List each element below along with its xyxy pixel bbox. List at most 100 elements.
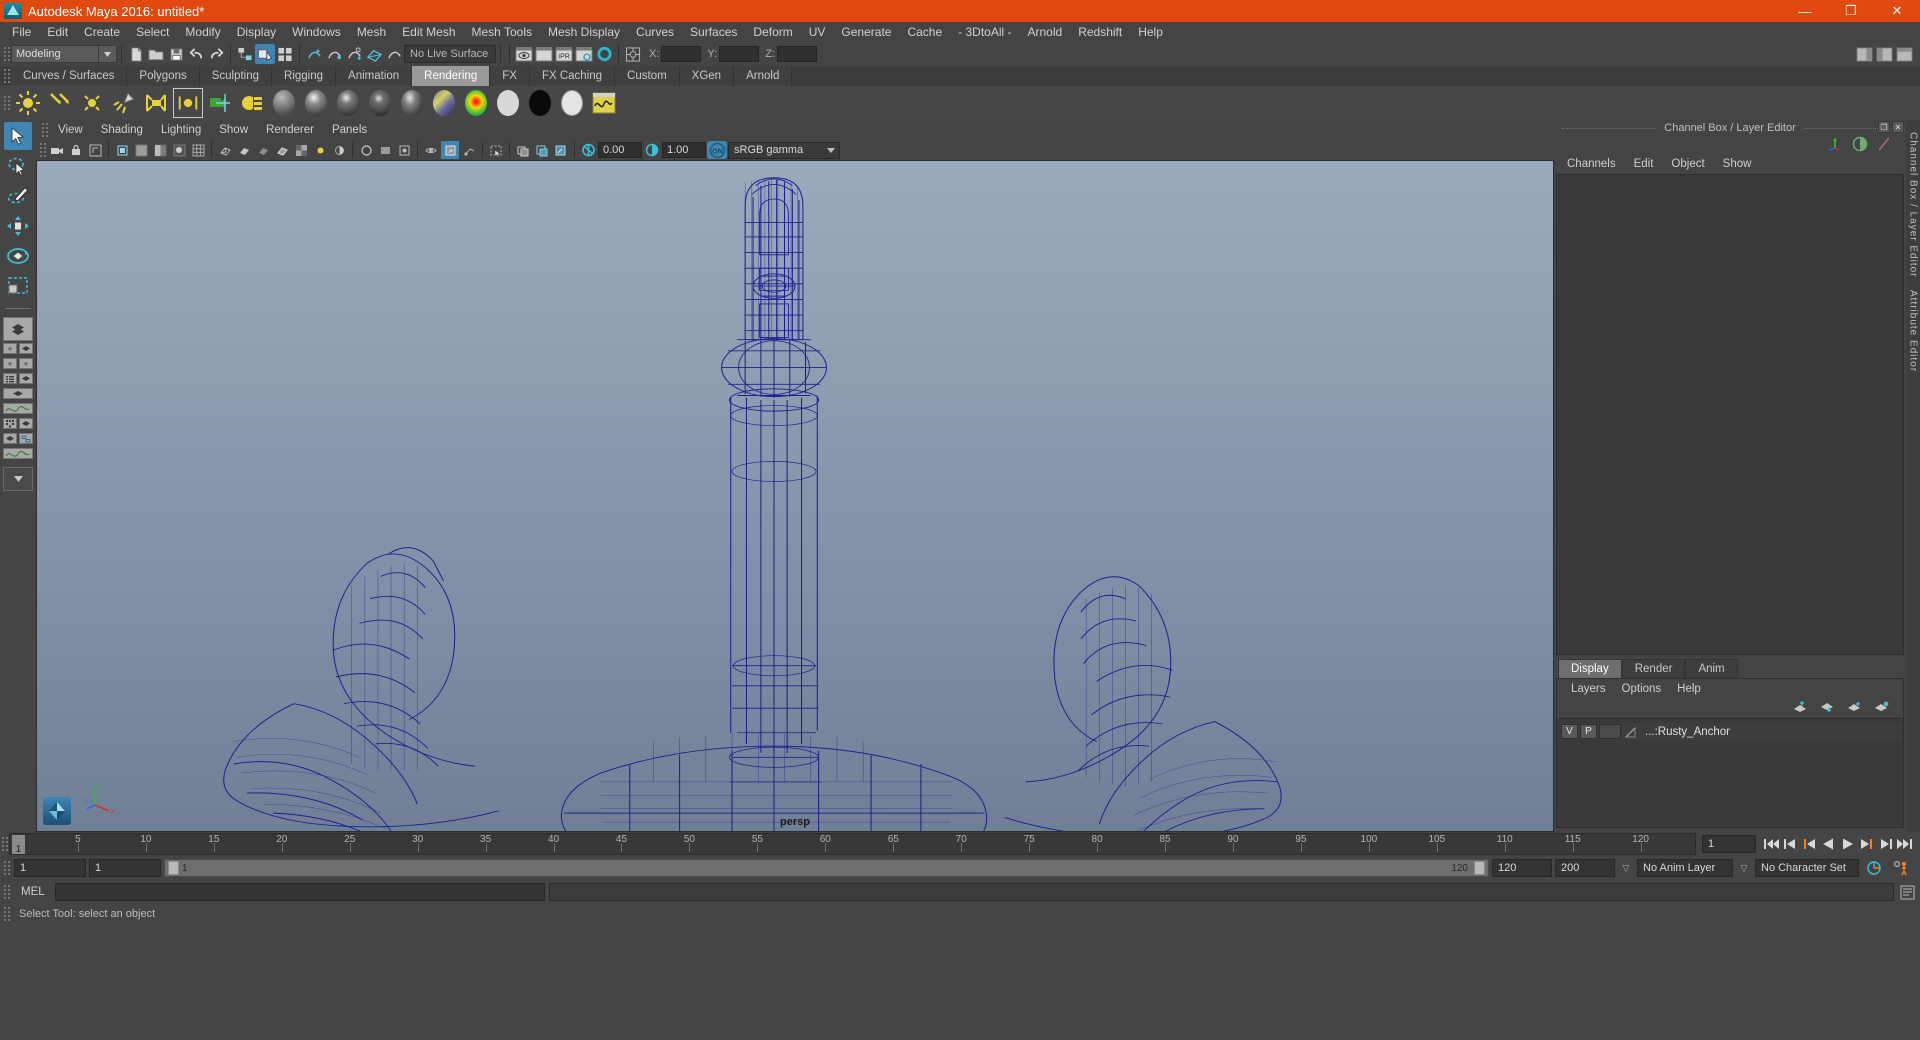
layer-name-label[interactable]: ...:Rusty_Anchor: [1645, 726, 1730, 738]
xray-icon[interactable]: [441, 141, 459, 159]
select-camera-icon[interactable]: [48, 141, 66, 159]
panel-close-icon[interactable]: ✕: [1892, 121, 1904, 133]
coord-z-field[interactable]: [776, 46, 817, 62]
viewport-grab-image-icon[interactable]: [552, 141, 570, 159]
viewport-menu-shading[interactable]: Shading: [92, 120, 152, 140]
minimize-button[interactable]: —: [1782, 0, 1828, 22]
layer-row[interactable]: V P ...:Rusty_Anchor: [1559, 723, 1901, 740]
statusline-grip[interactable]: [2, 44, 11, 64]
show-manipulator-icon[interactable]: [623, 44, 643, 64]
range-slider-grip[interactable]: [2, 858, 11, 878]
viewport-grip[interactable]: [40, 120, 49, 140]
layout-graph-editor-button[interactable]: [3, 403, 33, 414]
multisample-icon[interactable]: [395, 141, 413, 159]
shelf-tab-rigging[interactable]: Rigging: [272, 66, 337, 86]
gamma-icon[interactable]: [643, 141, 661, 159]
shading-map-icon[interactable]: [557, 88, 587, 118]
shelf-tab-animation[interactable]: Animation: [336, 66, 413, 86]
viewport-toolbar-grip[interactable]: [38, 140, 47, 160]
current-time-indicator[interactable]: 1: [12, 835, 25, 854]
lasso-select-tool-button[interactable]: [4, 152, 32, 180]
step-forward-keyframe-icon[interactable]: [1876, 835, 1895, 853]
select-tool-button[interactable]: [4, 122, 32, 150]
xray-active-components-icon[interactable]: [487, 141, 505, 159]
play-backwards-icon[interactable]: [1819, 835, 1838, 853]
anim-layer-dropdown-arrow-icon[interactable]: ▽: [1618, 859, 1634, 877]
maximize-button[interactable]: ❐: [1828, 0, 1874, 22]
color-management-toggle-icon[interactable]: ON: [707, 141, 727, 159]
live-surface-field[interactable]: No Live Surface: [404, 45, 496, 63]
command-input-field[interactable]: [54, 883, 545, 901]
script-editor-icon[interactable]: [1898, 883, 1916, 901]
attribute-editor-icon[interactable]: [1852, 136, 1868, 155]
exposure-icon[interactable]: [579, 141, 597, 159]
render-view-icon[interactable]: [514, 44, 534, 64]
viewport-menu-renderer[interactable]: Renderer: [257, 120, 323, 140]
layout-persp-single2-button[interactable]: [3, 433, 17, 444]
rotate-tool-button[interactable]: [4, 242, 32, 270]
shelf-tab-arnold[interactable]: Arnold: [734, 66, 793, 86]
lock-camera-icon[interactable]: [67, 141, 85, 159]
coord-y-field[interactable]: [719, 46, 760, 62]
shelf-tab-rendering[interactable]: Rendering: [412, 66, 491, 86]
layout-persp-alt-button[interactable]: [19, 418, 33, 429]
blinn-material-icon[interactable]: [301, 88, 331, 118]
smooth-shade-selected-icon[interactable]: [254, 141, 272, 159]
bookmark-icon[interactable]: [113, 141, 131, 159]
lambert-material-icon[interactable]: [269, 88, 299, 118]
wireframe-on-shaded-icon[interactable]: [273, 141, 291, 159]
layer-color-icon[interactable]: [1623, 724, 1639, 739]
point-light-icon[interactable]: [77, 88, 107, 118]
grid-icon[interactable]: [189, 141, 207, 159]
menu-cache[interactable]: Cache: [899, 22, 950, 42]
xray-joints-icon[interactable]: [460, 141, 478, 159]
channel-box-menu-channels[interactable]: Channels: [1558, 154, 1625, 174]
layout-persp-wide-button[interactable]: [3, 388, 33, 399]
shadow-map-icon[interactable]: [330, 141, 348, 159]
animation-end-field[interactable]: 200: [1555, 859, 1615, 877]
move-tool-button[interactable]: [4, 212, 32, 240]
ambient-occlusion-icon[interactable]: [357, 141, 375, 159]
menuset-mode-arrow-icon[interactable]: [99, 45, 117, 63]
ipr-render-icon[interactable]: IPR: [554, 44, 574, 64]
layout-four-view-button[interactable]: +: [3, 343, 17, 354]
shelf-icons-grip[interactable]: [2, 93, 11, 113]
more-layouts-dropdown-button[interactable]: [3, 467, 33, 491]
menu-modify[interactable]: Modify: [177, 22, 228, 42]
volume-light-icon[interactable]: [173, 88, 203, 118]
surface-shader-icon[interactable]: [493, 88, 523, 118]
channel-box-menu-object[interactable]: Object: [1662, 154, 1713, 174]
new-scene-icon[interactable]: [126, 44, 146, 64]
viewport-menu-panels[interactable]: Panels: [323, 120, 376, 140]
viewport-canvas[interactable]: persp y x z: [36, 160, 1554, 832]
ambient-light-icon[interactable]: [13, 88, 43, 118]
shelf-tab-fx[interactable]: FX: [490, 66, 530, 86]
select-by-hierarchy-icon[interactable]: [235, 44, 255, 64]
side-tab-attribute-editor[interactable]: Attribute Editor: [1908, 284, 1919, 378]
ramp-shader-icon[interactable]: [461, 88, 491, 118]
directional-light-icon[interactable]: [45, 88, 75, 118]
layout-hypergraph-button[interactable]: [3, 418, 17, 429]
shelf-tab-curves-surfaces[interactable]: Curves / Surfaces: [11, 66, 128, 86]
range-end-handle[interactable]: [1474, 861, 1485, 875]
layout-graph-editor2-button[interactable]: [3, 448, 33, 459]
channel-box-menu-edit[interactable]: Edit: [1625, 154, 1663, 174]
layout-persp-graph-button[interactable]: +: [3, 358, 17, 369]
step-back-keyframe-icon[interactable]: [1781, 835, 1800, 853]
show-hide-channel-box-icon[interactable]: [1854, 44, 1874, 64]
layered-shader-icon[interactable]: [429, 88, 459, 118]
spot-light-icon[interactable]: [109, 88, 139, 118]
layer-visibility-toggle[interactable]: V: [1561, 724, 1578, 739]
shelf-tab-custom[interactable]: Custom: [615, 66, 680, 86]
menu-edit[interactable]: Edit: [39, 22, 76, 42]
open-scene-icon[interactable]: [146, 44, 166, 64]
camera-icon[interactable]: [205, 88, 235, 118]
play-forwards-icon[interactable]: [1838, 835, 1857, 853]
redo-icon[interactable]: [206, 44, 226, 64]
shelf-tab-fx-caching[interactable]: FX Caching: [529, 66, 616, 86]
menu-mesh[interactable]: Mesh: [349, 22, 394, 42]
layout-persp-outliner-button[interactable]: [19, 343, 33, 354]
hud-toggle-icon[interactable]: [514, 141, 532, 159]
area-light-icon[interactable]: [141, 88, 171, 118]
channel-box-icon[interactable]: [1826, 136, 1844, 155]
